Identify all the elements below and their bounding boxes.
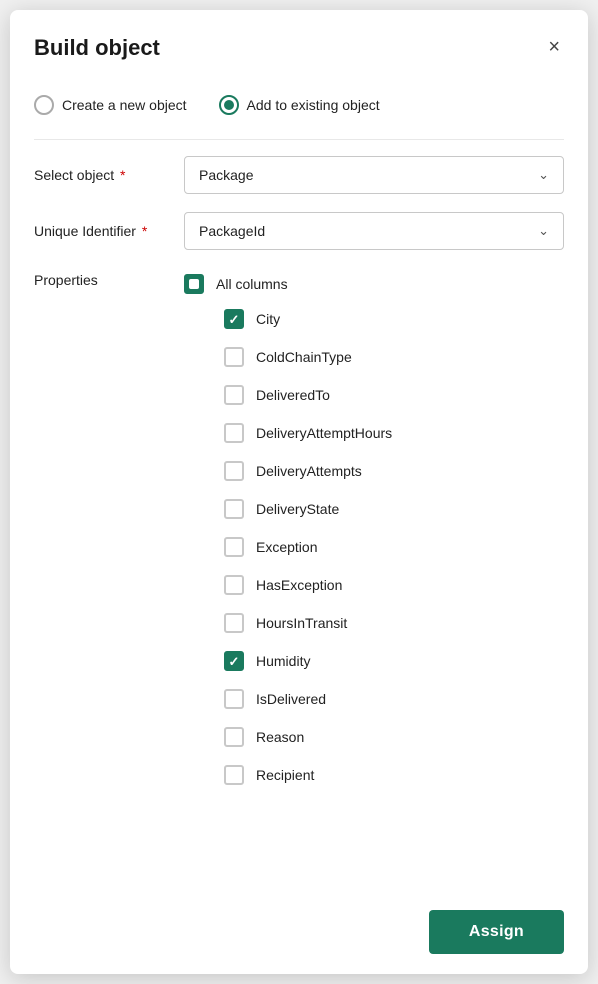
- dialog-title: Build object: [34, 35, 160, 61]
- isdelivered-label: IsDelivered: [256, 691, 326, 707]
- deliveryattempts-label: DeliveryAttempts: [256, 463, 362, 479]
- radio-label-create: Create a new object: [62, 97, 187, 113]
- unique-identifier-label: Unique Identifier *: [34, 223, 184, 239]
- dropdown-arrow-select: ⌄: [538, 167, 549, 183]
- city-checkbox[interactable]: [224, 309, 244, 329]
- properties-section: Properties All columns City ColdChainTyp…: [34, 268, 564, 794]
- reason-label: Reason: [256, 729, 304, 745]
- properties-label: Properties: [34, 268, 184, 288]
- hasexception-label: HasException: [256, 577, 342, 593]
- recipient-label: Recipient: [256, 767, 314, 783]
- list-item: HasException: [184, 566, 392, 604]
- isdelivered-checkbox[interactable]: [224, 689, 244, 709]
- unique-identifier-dropdown[interactable]: PackageId ⌄: [184, 212, 564, 250]
- select-object-field: Select object * Package ⌄: [34, 156, 564, 194]
- hoursintransit-label: HoursInTransit: [256, 615, 347, 631]
- radio-circle-existing: [219, 95, 239, 115]
- recipient-checkbox[interactable]: [224, 765, 244, 785]
- coldchaintype-label: ColdChainType: [256, 349, 352, 365]
- deliveryattempthours-label: DeliveryAttemptHours: [256, 425, 392, 441]
- build-object-dialog: Build object × Create a new object Add t…: [10, 10, 588, 974]
- list-item: Exception: [184, 528, 392, 566]
- list-item: DeliveryAttempts: [184, 452, 392, 490]
- select-object-value: Package: [199, 167, 253, 183]
- create-new-object-radio[interactable]: Create a new object: [34, 95, 187, 115]
- add-to-existing-radio[interactable]: Add to existing object: [219, 95, 380, 115]
- list-item: DeliveryAttemptHours: [184, 414, 392, 452]
- unique-identifier-field: Unique Identifier * PackageId ⌄: [34, 212, 564, 250]
- select-object-dropdown[interactable]: Package ⌄: [184, 156, 564, 194]
- exception-checkbox[interactable]: [224, 537, 244, 557]
- required-star-id: *: [138, 223, 147, 239]
- properties-list: All columns City ColdChainType Delivered…: [184, 268, 392, 794]
- hoursintransit-checkbox[interactable]: [224, 613, 244, 633]
- city-label: City: [256, 311, 280, 327]
- radio-label-existing: Add to existing object: [247, 97, 380, 113]
- reason-checkbox[interactable]: [224, 727, 244, 747]
- hasexception-checkbox[interactable]: [224, 575, 244, 595]
- exception-label: Exception: [256, 539, 317, 555]
- close-button[interactable]: ×: [544, 32, 564, 63]
- humidity-label: Humidity: [256, 653, 310, 669]
- radio-circle-create: [34, 95, 54, 115]
- dialog-footer: Assign: [10, 894, 588, 974]
- list-item: DeliveredTo: [184, 376, 392, 414]
- list-item: IsDelivered: [184, 680, 392, 718]
- deliverystate-checkbox[interactable]: [224, 499, 244, 519]
- required-star-select: *: [116, 167, 125, 183]
- deliveryattempts-checkbox[interactable]: [224, 461, 244, 481]
- close-icon: ×: [548, 36, 560, 59]
- dropdown-arrow-id: ⌄: [538, 223, 549, 239]
- coldchaintype-checkbox[interactable]: [224, 347, 244, 367]
- dialog-header: Build object ×: [10, 10, 588, 79]
- list-item: HoursInTransit: [184, 604, 392, 642]
- all-columns-checkbox[interactable]: [184, 274, 204, 294]
- select-object-label: Select object *: [34, 167, 184, 183]
- list-item: Humidity: [184, 642, 392, 680]
- list-item: Reason: [184, 718, 392, 756]
- deliveryattempthours-checkbox[interactable]: [224, 423, 244, 443]
- unique-identifier-value: PackageId: [199, 223, 265, 239]
- list-item: City: [184, 300, 392, 338]
- all-columns-label: All columns: [216, 276, 288, 292]
- deliveredto-label: DeliveredTo: [256, 387, 330, 403]
- list-item: Recipient: [184, 756, 392, 794]
- all-columns-row: All columns: [184, 268, 392, 300]
- list-item: ColdChainType: [184, 338, 392, 376]
- assign-button[interactable]: Assign: [429, 910, 564, 954]
- humidity-checkbox[interactable]: [224, 651, 244, 671]
- radio-group: Create a new object Add to existing obje…: [34, 79, 564, 135]
- deliveredto-checkbox[interactable]: [224, 385, 244, 405]
- deliverystate-label: DeliveryState: [256, 501, 339, 517]
- dialog-body: Create a new object Add to existing obje…: [10, 79, 588, 894]
- list-item: DeliveryState: [184, 490, 392, 528]
- divider: [34, 139, 564, 140]
